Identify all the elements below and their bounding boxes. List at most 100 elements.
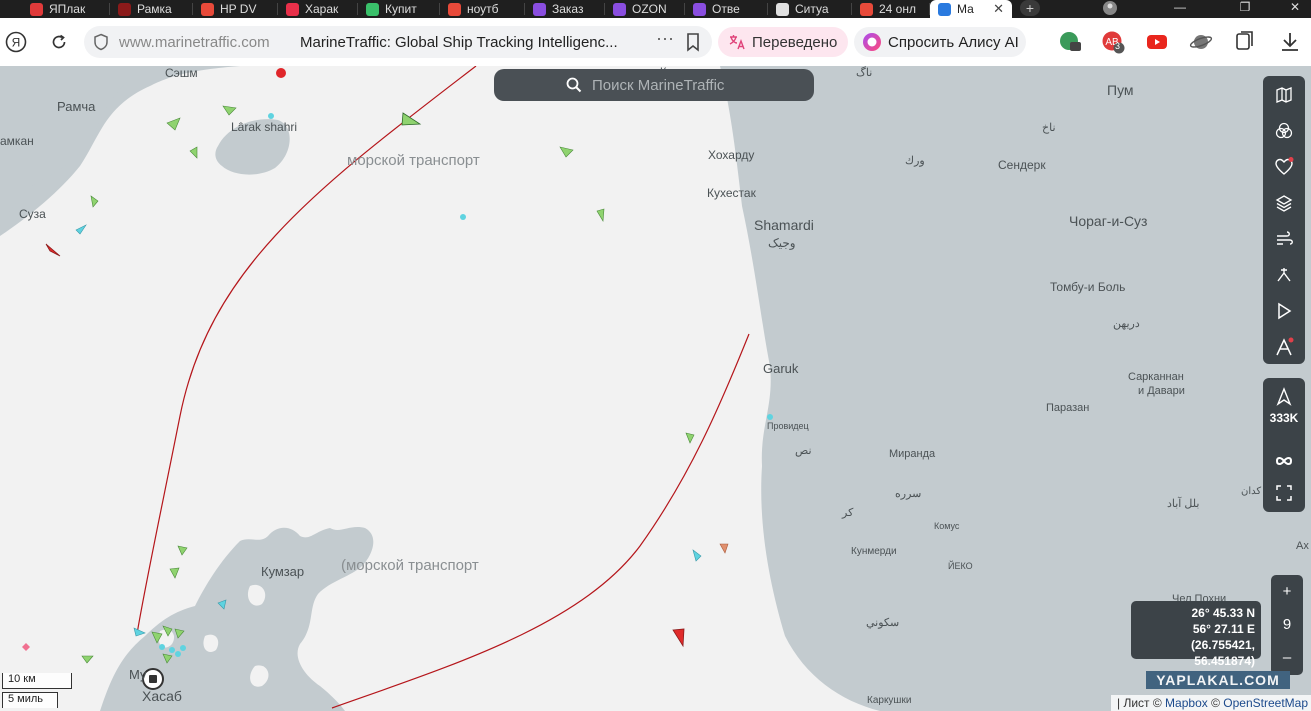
tab-label: ноутб xyxy=(467,2,499,16)
position-marker[interactable] xyxy=(276,68,286,78)
infinity-icon xyxy=(1275,457,1293,465)
vessel-marker[interactable] xyxy=(169,647,175,653)
zoom-out-button[interactable]: – xyxy=(1271,641,1303,674)
tab-label: Заказ xyxy=(552,2,584,16)
layers-button[interactable] xyxy=(1263,186,1305,220)
measure-button[interactable] xyxy=(1263,258,1305,292)
translate-icon xyxy=(729,35,745,50)
search-placeholder: Поиск MarineTraffic xyxy=(592,76,725,94)
tab-7[interactable]: OZON xyxy=(605,0,685,18)
alice-icon xyxy=(863,33,881,51)
my-location-button[interactable] xyxy=(1263,380,1305,414)
youtube-icon[interactable] xyxy=(1145,30,1169,54)
weather-button[interactable] xyxy=(1263,222,1305,256)
tab-favicon-icon xyxy=(118,2,131,16)
extension-adblock-icon[interactable]: AB xyxy=(1101,30,1125,54)
tab-1[interactable]: Рамка xyxy=(110,0,193,18)
shield-icon[interactable] xyxy=(93,33,109,51)
tab-favicon-icon xyxy=(366,2,379,16)
openstreetmap-link[interactable]: OpenStreetMap xyxy=(1223,696,1308,710)
bookmark-icon[interactable] xyxy=(685,32,701,52)
map-search-input[interactable]: Поиск MarineTraffic xyxy=(494,69,814,101)
translated-button[interactable]: Переведено xyxy=(718,27,848,57)
map-label: Каркушки xyxy=(867,695,912,706)
maximize-button[interactable]: ❐ xyxy=(1225,0,1265,18)
tab-5[interactable]: ноутб xyxy=(440,0,525,18)
browser-toolbar: Я www.marinetraffic.com MarineTraffic: G… xyxy=(0,18,1311,67)
infinite-button[interactable] xyxy=(1263,444,1305,478)
map-label: Сарканнан xyxy=(1128,371,1184,383)
decimal-coordinates: (26.755421, 56.451874) xyxy=(1190,638,1255,668)
playback-button[interactable] xyxy=(1263,294,1305,328)
map-base-layer xyxy=(0,66,880,711)
close-tab-icon[interactable]: ✕ xyxy=(993,1,1004,17)
scale-bar-km: 10 км xyxy=(2,673,72,689)
tab-label: Ситуа xyxy=(795,2,829,16)
map-label: и Давари xyxy=(1138,385,1185,397)
fullscreen-icon xyxy=(1276,485,1292,501)
tab-marinetraffic[interactable]: Ма ✕ xyxy=(930,0,1012,18)
tab-label: Отве xyxy=(712,2,740,16)
map-label: ناخ xyxy=(1042,122,1056,134)
tab-label: Харак xyxy=(305,2,339,16)
map-label: Му xyxy=(129,667,147,682)
profile-icon[interactable] xyxy=(1090,0,1130,18)
routes-button[interactable] xyxy=(1263,330,1305,364)
zoom-in-button[interactable]: + xyxy=(1271,575,1303,608)
reload-icon[interactable] xyxy=(45,28,73,56)
tab-3[interactable]: Харак xyxy=(278,0,358,18)
address-bar[interactable]: www.marinetraffic.com MarineTraffic: Glo… xyxy=(84,26,712,58)
tab-label: 24 онл xyxy=(879,2,916,16)
vessel-marker[interactable] xyxy=(268,113,274,119)
tab-label: HP DV xyxy=(220,2,257,16)
download-icon[interactable] xyxy=(1278,30,1302,54)
vessel-count: 333K xyxy=(1269,411,1299,425)
map-label: Сэшм xyxy=(165,66,198,80)
vessel-marker[interactable] xyxy=(180,645,186,651)
map-label: بلل آباد xyxy=(1167,498,1200,510)
tab-2[interactable]: HP DV xyxy=(193,0,278,18)
map-label: وجيک xyxy=(768,236,796,250)
navigation-arrow-icon xyxy=(1276,387,1292,406)
tab-0[interactable]: ЯПлак xyxy=(22,0,110,18)
vessel-marker[interactable] xyxy=(175,651,181,657)
close-window-button[interactable]: ✕ xyxy=(1275,0,1311,18)
extension-chat-icon[interactable] xyxy=(1058,30,1082,54)
map-label: ناگ xyxy=(856,67,873,79)
map-label: Миранда xyxy=(889,448,936,460)
tab-6[interactable]: Заказ xyxy=(525,0,605,18)
map-tools-panel xyxy=(1263,76,1305,364)
filters-button[interactable] xyxy=(1263,114,1305,148)
vessel-marker[interactable] xyxy=(767,414,773,420)
map-layers-button[interactable] xyxy=(1263,78,1305,112)
tab-10[interactable]: 24 онл xyxy=(852,0,930,18)
wind-icon xyxy=(1277,231,1293,245)
map-label: Провидец xyxy=(767,421,809,431)
tab-favicon-icon xyxy=(533,2,546,16)
tab-4[interactable]: Купит xyxy=(358,0,440,18)
map-canvas[interactable]: Сэшм Рамча амкан Суза Lârak shahri морск… xyxy=(0,66,1311,711)
collections-icon[interactable] xyxy=(1233,30,1257,54)
minimize-button[interactable]: — xyxy=(1160,0,1200,18)
zoom-control: + 9 – xyxy=(1271,575,1303,675)
map-label: Чораг-и-Суз xyxy=(1069,213,1148,229)
map-label: Хасаб xyxy=(142,688,182,704)
map-label: كر xyxy=(842,507,854,519)
zoom-level: 9 xyxy=(1282,616,1292,633)
map-label: Пум xyxy=(1107,82,1134,98)
more-icon[interactable]: ⋯ xyxy=(656,29,675,50)
favorites-button[interactable] xyxy=(1263,150,1305,184)
tab-favicon-icon xyxy=(693,2,706,16)
yandex-logo-icon[interactable]: Я xyxy=(2,28,30,56)
ask-alice-button[interactable]: Спросить Алису AI xyxy=(854,27,1026,57)
map-label: Кунмерди xyxy=(851,546,897,557)
new-tab-button[interactable]: + xyxy=(1020,0,1040,16)
planet-icon[interactable] xyxy=(1189,30,1213,54)
vessel-marker[interactable] xyxy=(159,644,165,650)
fullscreen-button[interactable] xyxy=(1263,476,1305,510)
tab-9[interactable]: Ситуа xyxy=(768,0,852,18)
tab-8[interactable]: Отве xyxy=(685,0,768,18)
tab-label: OZON xyxy=(632,2,667,16)
mapbox-link[interactable]: Mapbox xyxy=(1165,696,1208,710)
vessel-marker[interactable] xyxy=(460,214,466,220)
